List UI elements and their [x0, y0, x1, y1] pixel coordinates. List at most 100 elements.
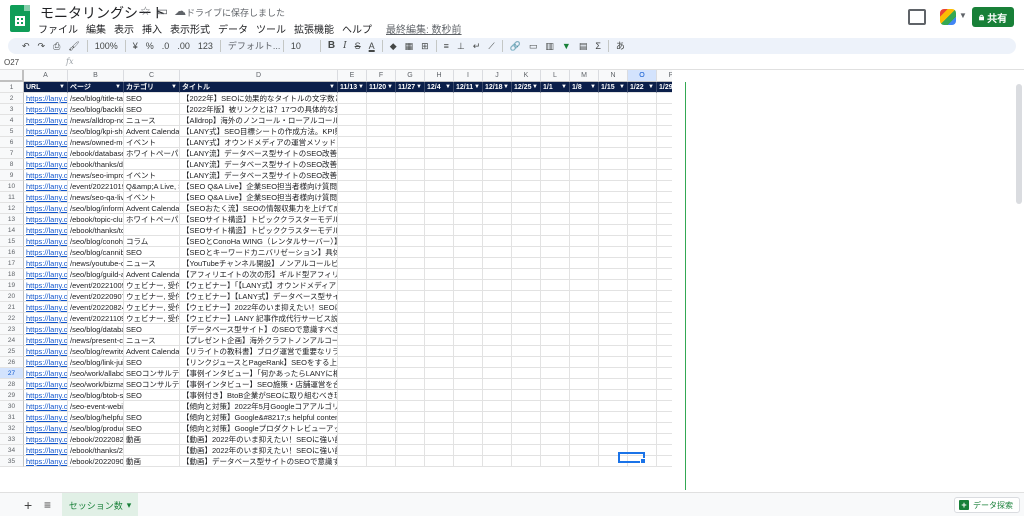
cell-empty[interactable] [454, 357, 483, 368]
cell-empty[interactable] [454, 434, 483, 445]
cell-cat[interactable]: ニュース [124, 335, 180, 346]
comments-icon[interactable] [908, 9, 926, 25]
cell-title[interactable]: 【SEOサイト構造】トピッククラスターモデル [180, 225, 338, 236]
cell-cat[interactable]: Q&amp;A Live, S [124, 181, 180, 192]
cell-cat[interactable]: イベント [124, 137, 180, 148]
row-header[interactable]: 11 [0, 192, 24, 203]
cell-empty[interactable] [454, 258, 483, 269]
cell-empty[interactable] [367, 390, 396, 401]
row-header[interactable]: 10 [0, 181, 24, 192]
cell-title[interactable]: 【LANY式】オウンドメディアの運営メソッドを [180, 137, 338, 148]
cell-empty[interactable] [367, 93, 396, 104]
row-header[interactable]: 4 [0, 115, 24, 126]
cell-empty[interactable] [628, 401, 657, 412]
vertical-align-icon[interactable]: ⊥ [453, 38, 469, 54]
cell-url[interactable]: https://lany.c [24, 269, 68, 280]
cell-url[interactable]: https://lany.c [24, 170, 68, 181]
cell-page[interactable]: /ebook/topic-clus [68, 214, 124, 225]
cell-empty[interactable] [367, 225, 396, 236]
cell-empty[interactable] [338, 456, 367, 467]
row-header[interactable]: 9 [0, 170, 24, 181]
cell-empty[interactable] [541, 192, 570, 203]
cell-empty[interactable] [396, 115, 425, 126]
cell-title[interactable]: 【傾向と対策】Google&#8217;s helpful content [180, 412, 338, 423]
cell-empty[interactable] [541, 170, 570, 181]
cell-empty[interactable] [541, 390, 570, 401]
cell-title[interactable]: 【アフィリエイトの次の形】ギルド型アフィリ [180, 269, 338, 280]
row-header[interactable]: 1 [0, 82, 24, 93]
cell-empty[interactable] [628, 390, 657, 401]
cell-empty[interactable] [599, 302, 628, 313]
filter-dropdown-icon[interactable]: ▼ [561, 82, 567, 92]
cell-empty[interactable] [599, 313, 628, 324]
cell-empty[interactable] [396, 203, 425, 214]
cell-empty[interactable] [541, 104, 570, 115]
cell-cat[interactable] [124, 159, 180, 170]
header-cell[interactable]: 11/13 ▼ [338, 82, 367, 93]
borders-icon[interactable]: ▦ [401, 38, 418, 54]
menu-item[interactable]: ファイル [38, 21, 78, 36]
cell-empty[interactable] [628, 313, 657, 324]
cell-title[interactable]: 【事例インタビュー】「何かあったらLANYに相 [180, 368, 338, 379]
filter-dropdown-icon[interactable]: ▼ [387, 82, 393, 92]
cell-empty[interactable] [338, 368, 367, 379]
header-cell[interactable]: 1/8 ▼ [570, 82, 599, 93]
cell-cat[interactable]: イベント [124, 192, 180, 203]
cell-page[interactable]: /seo/blog/informa [68, 203, 124, 214]
header-cell[interactable]: タイトル ▼ [180, 82, 338, 93]
cell-empty[interactable] [541, 335, 570, 346]
cell-page[interactable]: /seo/blog/databa [68, 324, 124, 335]
cell-url[interactable]: https://lany.c [24, 93, 68, 104]
cloud-done-icon[interactable]: ☁ [174, 4, 186, 18]
cell-empty[interactable] [512, 456, 541, 467]
cell-empty[interactable] [541, 159, 570, 170]
cell-empty[interactable] [425, 379, 454, 390]
cell-empty[interactable] [512, 203, 541, 214]
cell-empty[interactable] [396, 324, 425, 335]
row-header[interactable]: 12 [0, 203, 24, 214]
cell-empty[interactable] [338, 280, 367, 291]
meet-button[interactable]: ▼ [938, 7, 967, 27]
cell-empty[interactable] [541, 126, 570, 137]
cell-empty[interactable] [396, 126, 425, 137]
cell-empty[interactable] [570, 280, 599, 291]
cell-empty[interactable] [570, 159, 599, 170]
filter-views-icon[interactable]: ▤ [575, 38, 592, 54]
row-header[interactable]: 22 [0, 313, 24, 324]
cell-url[interactable]: https://lany.c [24, 291, 68, 302]
cell-empty[interactable] [483, 456, 512, 467]
row-header[interactable]: 3 [0, 104, 24, 115]
cell-empty[interactable] [338, 159, 367, 170]
cell-cat[interactable]: 動画 [124, 434, 180, 445]
cell-page[interactable]: /seo/work/allabo [68, 368, 124, 379]
cell-empty[interactable] [541, 137, 570, 148]
number-format-select[interactable]: 123 [194, 38, 217, 54]
cell-empty[interactable] [541, 434, 570, 445]
cell-page[interactable]: /event/20220907 [68, 291, 124, 302]
cell-empty[interactable] [367, 401, 396, 412]
filter-dropdown-icon[interactable]: ▼ [503, 82, 509, 92]
cell-cat[interactable]: SEO [124, 357, 180, 368]
redo-icon[interactable]: ↷ [34, 38, 50, 54]
cell-empty[interactable] [425, 192, 454, 203]
cell-empty[interactable] [396, 269, 425, 280]
cell-empty[interactable] [338, 225, 367, 236]
cell-empty[interactable] [367, 302, 396, 313]
cell-empty[interactable] [454, 423, 483, 434]
cell-empty[interactable] [483, 225, 512, 236]
cell-empty[interactable] [338, 214, 367, 225]
cell-empty[interactable] [541, 93, 570, 104]
cell-empty[interactable] [483, 423, 512, 434]
cell-empty[interactable] [396, 302, 425, 313]
cell-empty[interactable] [512, 214, 541, 225]
column-header-l[interactable]: L [541, 70, 570, 82]
cell-url[interactable]: https://lany.c [24, 280, 68, 291]
cell-title[interactable]: 【データベース型サイト】のSEOで意識すべき [180, 324, 338, 335]
cell-empty[interactable] [425, 137, 454, 148]
column-header-a[interactable]: A [24, 70, 68, 82]
cell-empty[interactable] [541, 456, 570, 467]
cell-empty[interactable] [396, 104, 425, 115]
cell-title[interactable]: 【リンクジュースとPageRank】SEOをする上で [180, 357, 338, 368]
column-header-b[interactable]: B [68, 70, 124, 82]
cell-empty[interactable] [599, 247, 628, 258]
